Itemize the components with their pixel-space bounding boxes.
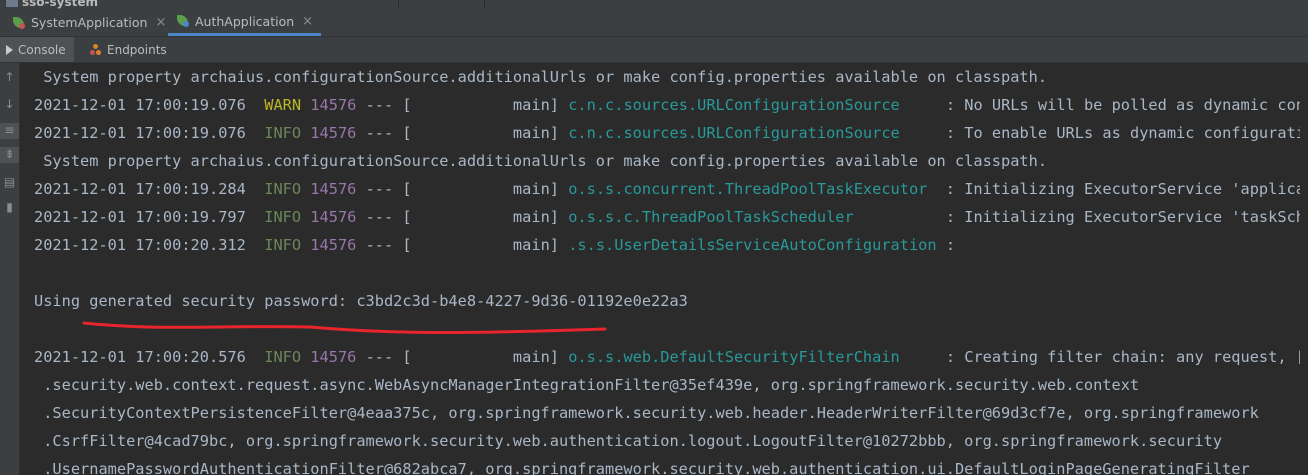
divider bbox=[484, 0, 485, 9]
console-line: .SecurityContextPersistenceFilter@4eaa37… bbox=[34, 399, 1259, 427]
tab-label: Console bbox=[18, 42, 66, 57]
log-timestamp: 2021-12-01 17:00:19.797 bbox=[34, 208, 246, 226]
print-icon[interactable]: ▤ bbox=[0, 175, 19, 189]
tab-system-application[interactable]: SystemApplication × bbox=[12, 9, 166, 36]
log-padding bbox=[900, 96, 946, 114]
log-text: .UsernamePasswordAuthenticationFilter@68… bbox=[34, 460, 1250, 475]
tab-label: Endpoints bbox=[107, 42, 167, 57]
trash-icon[interactable]: ▮ bbox=[0, 200, 19, 214]
console-line: 2021-12-01 17:00:20.576 INFO 14576 --- [… bbox=[34, 343, 1300, 371]
log-pid: 14576 bbox=[310, 348, 357, 366]
log-level: INFO bbox=[264, 348, 302, 366]
console-line: .security.web.context.request.async.WebA… bbox=[34, 371, 1139, 399]
console-line: 2021-12-01 17:00:20.312 INFO 14576 --- [… bbox=[34, 231, 955, 259]
log-level: INFO bbox=[264, 124, 302, 142]
log-pid: 14576 bbox=[310, 124, 357, 142]
console-icon bbox=[6, 44, 13, 55]
log-level: INFO bbox=[264, 180, 302, 198]
tab-auth-application[interactable]: AuthApplication × bbox=[168, 9, 322, 36]
log-pid: 14576 bbox=[310, 180, 357, 198]
vertical-scrollbar[interactable] bbox=[1300, 63, 1308, 475]
module-icon bbox=[6, 0, 18, 7]
log-text: System property archaius.configurationSo… bbox=[34, 68, 1048, 86]
log-padding bbox=[854, 208, 946, 226]
log-thread: --- [ main] bbox=[356, 96, 569, 114]
log-pid: 14576 bbox=[310, 236, 357, 254]
log-padding bbox=[900, 348, 946, 366]
log-thread: --- [ main] bbox=[356, 208, 569, 226]
log-level: WARN bbox=[264, 96, 302, 114]
log-message: : Creating filter chain: any request, [o… bbox=[945, 348, 1300, 366]
console-output[interactable]: System property archaius.configurationSo… bbox=[20, 63, 1300, 475]
spring-boot-icon bbox=[176, 14, 190, 28]
soft-wrap-icon[interactable]: ≡ bbox=[0, 123, 19, 139]
tab-console[interactable]: Console bbox=[0, 37, 74, 62]
project-name: sso-system bbox=[22, 0, 98, 9]
log-text: Using generated security password: c3bd2… bbox=[34, 292, 688, 310]
log-timestamp: 2021-12-01 17:00:19.076 bbox=[34, 96, 246, 114]
log-thread: --- [ main] bbox=[356, 124, 569, 142]
divider bbox=[398, 0, 399, 9]
log-logger: .s.s.UserDetailsServiceAutoConfiguration bbox=[568, 236, 937, 254]
close-icon[interactable]: × bbox=[302, 14, 313, 29]
tool-tabs: Console Endpoints bbox=[0, 37, 1308, 63]
log-message: : bbox=[945, 236, 956, 254]
log-text: .CsrfFilter@4cad79bc, org.springframewor… bbox=[34, 432, 1223, 450]
log-padding bbox=[927, 180, 945, 198]
tab-endpoints[interactable]: Endpoints bbox=[84, 37, 173, 62]
arrow-down-icon[interactable]: ↓ bbox=[0, 97, 19, 111]
log-message: : To enable URLs as dynamic configuratio… bbox=[945, 124, 1300, 142]
log-timestamp: 2021-12-01 17:00:20.576 bbox=[34, 348, 246, 366]
log-message: : Initializing ExecutorService 'applicat… bbox=[945, 180, 1300, 198]
console-line: 2021-12-01 17:00:19.076 WARN 14576 --- [… bbox=[34, 91, 1300, 119]
endpoints-icon bbox=[90, 43, 102, 56]
console-line: Using generated security password: c3bd2… bbox=[34, 287, 688, 315]
arrow-up-icon[interactable]: ↑ bbox=[0, 70, 19, 84]
console-toolbar: ↑ ↓ ≡ ⇟ ▤ ▮ bbox=[0, 63, 20, 475]
log-padding bbox=[900, 124, 946, 142]
console-line: System property archaius.configurationSo… bbox=[34, 147, 1047, 175]
log-thread: --- [ main] bbox=[356, 348, 569, 366]
log-logger: c.n.c.sources.URLConfigurationSource bbox=[568, 124, 900, 142]
log-logger: c.n.c.sources.URLConfigurationSource bbox=[568, 96, 900, 114]
log-pid: 14576 bbox=[310, 208, 357, 226]
scroll-to-end-icon[interactable]: ⇟ bbox=[0, 147, 19, 163]
log-message: : No URLs will be polled as dynamic conf… bbox=[945, 96, 1300, 114]
tab-label: AuthApplication bbox=[195, 13, 295, 29]
log-timestamp: 2021-12-01 17:00:19.284 bbox=[34, 180, 246, 198]
console-line: 2021-12-01 17:00:19.076 INFO 14576 --- [… bbox=[34, 119, 1300, 147]
close-icon[interactable]: × bbox=[155, 15, 166, 30]
console-line: .UsernamePasswordAuthenticationFilter@68… bbox=[34, 455, 1250, 475]
log-timestamp: 2021-12-01 17:00:19.076 bbox=[34, 124, 246, 142]
console-line: 2021-12-01 17:00:19.284 INFO 14576 --- [… bbox=[34, 175, 1300, 203]
log-level: INFO bbox=[264, 208, 302, 226]
log-text: .SecurityContextPersistenceFilter@4eaa37… bbox=[34, 404, 1259, 422]
log-text: System property archaius.configurationSo… bbox=[34, 152, 1048, 170]
tab-label: SystemApplication bbox=[31, 15, 148, 30]
log-logger: o.s.s.web.DefaultSecurityFilterChain bbox=[568, 348, 900, 366]
log-timestamp: 2021-12-01 17:00:20.312 bbox=[34, 236, 246, 254]
log-text: .security.web.context.request.async.WebA… bbox=[34, 376, 1140, 394]
console-line: .CsrfFilter@4cad79bc, org.springframewor… bbox=[34, 427, 1222, 455]
log-thread: --- [ main] bbox=[356, 236, 569, 254]
project-header: sso-system bbox=[0, 0, 1308, 9]
log-pid: 14576 bbox=[310, 96, 357, 114]
console-line: System property archaius.configurationSo… bbox=[34, 63, 1047, 91]
log-level: INFO bbox=[264, 236, 302, 254]
spring-boot-icon bbox=[12, 16, 26, 30]
log-logger: o.s.s.concurrent.ThreadPoolTaskExecutor bbox=[568, 180, 928, 198]
project-title[interactable]: sso-system bbox=[6, 0, 98, 9]
run-tabs: SystemApplication × AuthApplication × bbox=[0, 9, 1308, 37]
log-thread: --- [ main] bbox=[356, 180, 569, 198]
log-logger: o.s.s.c.ThreadPoolTaskScheduler bbox=[568, 208, 854, 226]
console-line: 2021-12-01 17:00:19.797 INFO 14576 --- [… bbox=[34, 203, 1300, 231]
log-padding bbox=[937, 236, 946, 254]
log-message: : Initializing ExecutorService 'taskSche… bbox=[945, 208, 1300, 226]
